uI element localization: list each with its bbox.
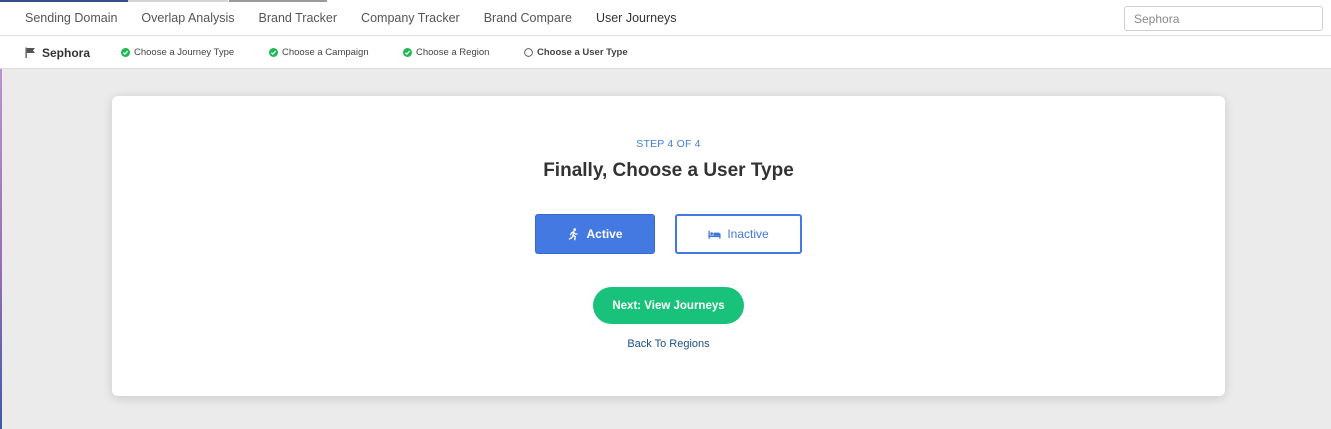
breadcrumb-step-region[interactable]: Choose a Region [403, 36, 489, 69]
tab-sending-domain[interactable]: Sending Domain [13, 0, 129, 36]
active-user-type-button[interactable]: Active [535, 214, 655, 254]
tab-company-tracker[interactable]: Company Tracker [349, 0, 472, 36]
step-indicator: STEP 4 OF 4 [636, 138, 701, 150]
active-button-label: Active [586, 227, 623, 241]
flag-icon [25, 47, 35, 58]
breadcrumb-step-label: Choose a User Type [537, 47, 628, 58]
tab-brand-compare[interactable]: Brand Compare [472, 0, 584, 36]
running-person-icon [569, 227, 579, 240]
tab-user-journeys[interactable]: User Journeys [584, 0, 689, 36]
breadcrumb-step-label: Choose a Journey Type [134, 47, 235, 58]
back-to-regions-link[interactable]: Back To Regions [112, 338, 1225, 350]
breadcrumb-brand-label: Sephora [42, 45, 91, 60]
tab-brand-tracker[interactable]: Brand Tracker [247, 0, 350, 36]
breadcrumb-step-label: Choose a Region [416, 47, 490, 58]
breadcrumb-brand[interactable]: Sephora [25, 36, 90, 69]
user-type-card: STEP 4 OF 4 Finally, Choose a User Type … [112, 96, 1225, 396]
brand-search-input[interactable] [1124, 6, 1323, 31]
breadcrumb-step-campaign[interactable]: Choose a Campaign [269, 36, 369, 69]
inactive-user-type-button[interactable]: Inactive [675, 214, 802, 254]
check-circle-icon [403, 48, 412, 57]
check-circle-icon [121, 48, 130, 57]
tab-overlap-analysis[interactable]: Overlap Analysis [129, 0, 246, 36]
next-view-journeys-button[interactable]: Next: View Journeys [593, 287, 744, 324]
breadcrumb-step-user-type[interactable]: Choose a User Type [524, 36, 628, 69]
top-navigation: Sending Domain Overlap Analysis Brand Tr… [0, 0, 1331, 36]
card-title: Finally, Choose a User Type [543, 160, 794, 181]
nav-tabs: Sending Domain Overlap Analysis Brand Tr… [13, 0, 689, 36]
inactive-button-label: Inactive [727, 227, 769, 241]
check-circle-icon [269, 48, 278, 57]
breadcrumb-step-journey-type[interactable]: Choose a Journey Type [121, 36, 234, 69]
breadcrumb-step-label: Choose a Campaign [282, 47, 369, 58]
empty-circle-icon [524, 48, 533, 57]
bed-icon [708, 230, 721, 239]
journey-breadcrumb: Sephora Choose a Journey Type Choose a C… [0, 36, 1331, 69]
